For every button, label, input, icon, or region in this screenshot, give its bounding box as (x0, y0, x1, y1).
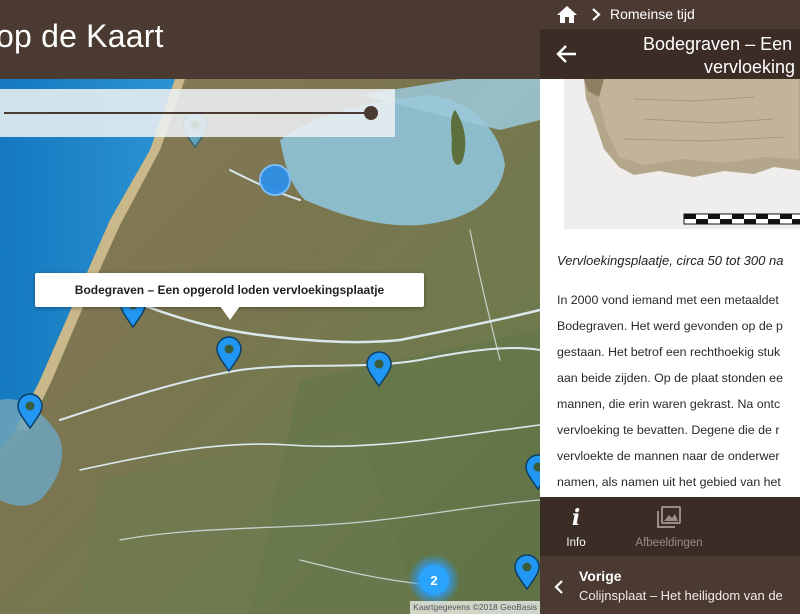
previous-label: Vorige (579, 568, 622, 584)
text-line: Bodegraven. Het werd gevonden op de p (557, 319, 783, 333)
previous-title: Colijnsplaat – Het heiligdom van de (579, 588, 783, 603)
article-text: In 2000 vond iemand met een metaaldet Bo… (557, 287, 800, 495)
cluster-count: 2 (430, 573, 437, 588)
tab-info-label: Info (566, 537, 586, 549)
chevron-right-icon (592, 8, 601, 21)
map-attribution: Kaartgegevens ©2018 GeoBasis (410, 601, 540, 614)
text-line: mannen, die erin waren gekrast. Na ontc (557, 397, 781, 411)
breadcrumb-item[interactable]: Romeinse tijd (610, 6, 695, 22)
text-line: vervloekte de mannen naar de onderwer (557, 449, 780, 463)
panel-title: Bodegraven – Een vervloeking (643, 33, 800, 79)
text-line: aan beide zijden. Op de plaat stonden ee (557, 371, 783, 385)
popup-tail (220, 306, 240, 320)
detail-panel: Romeinse tijd Bodegraven – Een vervloeki… (540, 0, 800, 614)
tab-images-label: Afbeeldingen (635, 537, 703, 549)
breadcrumb: Romeinse tijd (540, 0, 800, 29)
image-caption: Vervloekingsplaatje, circa 50 tot 300 na (557, 253, 784, 268)
marker-popup[interactable]: Bodegraven – Een opgerold loden vervloek… (35, 273, 424, 320)
panel-content[interactable]: Vervloekingsplaatje, circa 50 tot 300 na… (540, 79, 800, 497)
slider-handle[interactable] (364, 106, 378, 120)
info-icon: i (572, 506, 580, 530)
svg-text:i: i (572, 506, 580, 530)
chevron-left-icon (554, 580, 563, 594)
text-line: In 2000 vond iemand met een metaaldet (557, 293, 779, 307)
previous-item-button[interactable]: Vorige Colijnsplaat – Het heiligdom van … (540, 556, 800, 614)
panel-header: Bodegraven – Een vervloeking (540, 29, 800, 79)
slider-track[interactable] (4, 112, 371, 114)
page-title: op de Kaart (0, 18, 164, 54)
arrow-left-icon[interactable] (556, 44, 578, 64)
tab-info[interactable]: i Info (556, 497, 596, 556)
text-line: namen, als namen uit het gebied van het (557, 475, 781, 489)
text-line: vervloeking te bevatten. Degene die de r (557, 423, 780, 437)
location-dot-icon (259, 164, 291, 196)
map-header: op de Kaart (0, 0, 540, 79)
text-line: gestaan. Het betrof een rechthoekig stuk (557, 345, 781, 359)
panel-title-line1: Bodegraven – Een (643, 34, 793, 54)
panel-title-line2: vervloeking (704, 57, 796, 77)
home-icon[interactable] (556, 5, 578, 24)
map-canvas[interactable]: 2 (0, 79, 540, 614)
popup-title[interactable]: Bodegraven – Een opgerold loden vervloek… (75, 283, 384, 297)
artifact-photo[interactable] (564, 79, 800, 229)
map-area[interactable]: op de Kaart 2 Bodegraven – Een opgerold … (0, 0, 540, 614)
time-slider[interactable] (0, 89, 395, 137)
images-icon (657, 506, 681, 528)
tab-images[interactable]: Afbeeldingen (628, 497, 710, 556)
panel-tabs: i Info Afbeeldingen (540, 497, 800, 556)
